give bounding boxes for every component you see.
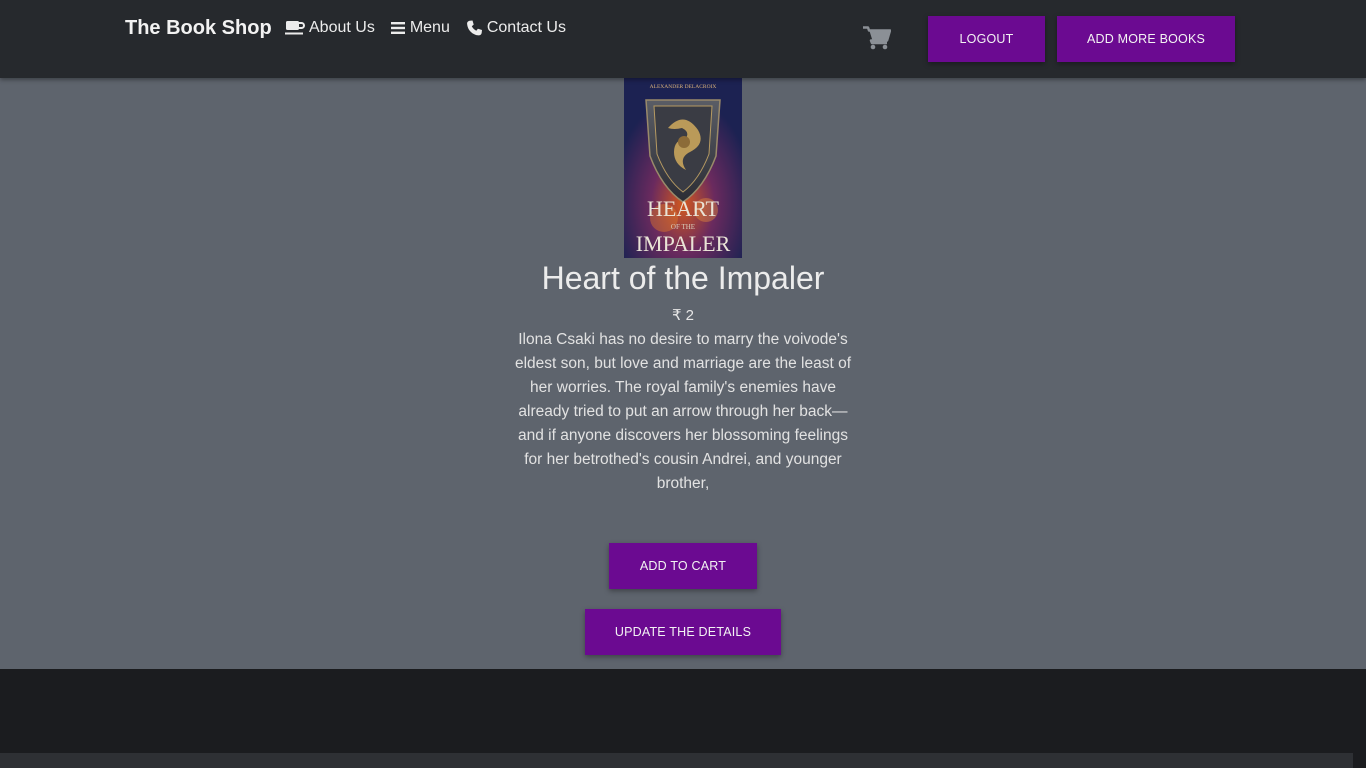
add-to-cart-button[interactable]: ADD TO CART bbox=[609, 543, 757, 589]
brand-title[interactable]: The Book Shop bbox=[125, 17, 272, 40]
svg-text:HEART: HEART bbox=[647, 196, 720, 221]
footer-bottom-bar bbox=[0, 753, 1353, 768]
add-more-books-button[interactable]: ADD MORE BOOKS bbox=[1057, 16, 1235, 62]
nav-contact-us[interactable]: Contact Us bbox=[466, 19, 566, 37]
book-description: Ilona Csaki has no desire to marry the v… bbox=[514, 331, 852, 492]
shopping-cart-icon[interactable] bbox=[863, 26, 892, 55]
nav-menu[interactable]: Menu bbox=[390, 19, 450, 37]
nav-about-us[interactable]: About Us bbox=[285, 19, 375, 37]
bars-icon bbox=[390, 22, 405, 34]
page-footer bbox=[0, 669, 1366, 768]
logout-button[interactable]: LOGOUT bbox=[928, 16, 1045, 62]
nav-links: About Us Menu Contact Us bbox=[285, 19, 582, 37]
book-title: Heart of the Impaler bbox=[541, 260, 825, 296]
phone-icon bbox=[466, 20, 482, 36]
nav-about-us-label: About Us bbox=[309, 19, 375, 36]
book-price: ₹ 2 bbox=[671, 307, 695, 324]
top-navbar: The Book Shop About Us Menu Contact Us L… bbox=[0, 0, 1366, 78]
update-details-button[interactable]: UPDATE THE DETAILS bbox=[585, 609, 781, 655]
svg-text:ALEXANDER DELACROIX: ALEXANDER DELACROIX bbox=[650, 84, 717, 90]
nav-menu-label: Menu bbox=[409, 19, 450, 36]
book-cover-image: ALEXANDER DELACROIX HEART OF THE IMPALER bbox=[624, 78, 742, 258]
coffee-icon bbox=[285, 21, 305, 35]
svg-text:IMPALER: IMPALER bbox=[636, 231, 731, 256]
svg-text:OF THE: OF THE bbox=[671, 223, 695, 231]
nav-contact-us-label: Contact Us bbox=[486, 19, 566, 36]
